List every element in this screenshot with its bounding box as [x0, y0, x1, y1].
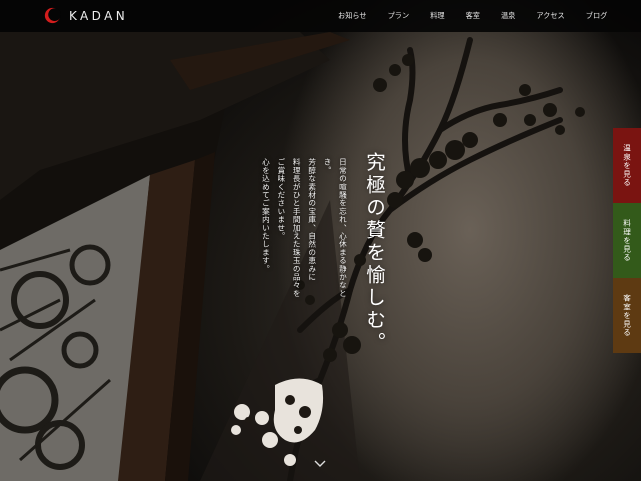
side-tab-cuisine[interactable]: 料理を見る [613, 203, 641, 278]
nav-item-cuisine[interactable]: 料理 [430, 11, 444, 21]
logo-text: KADAN [69, 8, 129, 23]
site-header: KADAN お知らせ プラン 料理 客室 温泉 アクセス ブログ [0, 0, 641, 32]
side-tab-onsen[interactable]: 温泉を見る [613, 128, 641, 203]
hero-body-line: 芳醇な素材の宝庫、自然の恵みに [307, 158, 317, 281]
logo[interactable]: KADAN [44, 7, 128, 24]
nav-item-rooms[interactable]: 客室 [466, 11, 480, 21]
hero-body-line: 日常の喧騒を忘れ、心休まる静かなとき。 [323, 158, 348, 298]
hero-body-text: 日常の喧騒を忘れ、心休まる静かなとき。 芳醇な素材の宝庫、自然の恵みに 料理長が… [258, 158, 350, 308]
nav-item-access[interactable]: アクセス [536, 11, 564, 21]
side-tabs: 温泉を見る 料理を見る 客室を見る [613, 128, 641, 353]
side-tab-rooms[interactable]: 客室を見る [613, 278, 641, 353]
nav-item-onsen[interactable]: 温泉 [501, 11, 515, 21]
chevron-down-icon[interactable] [313, 458, 327, 470]
nav-item-blog[interactable]: ブログ [586, 11, 608, 21]
nav-item-plan[interactable]: プラン [388, 11, 410, 21]
hero-body-line: 料理長がひと手間加えた珠玉の品々を [292, 158, 302, 298]
hero-body-line: 心を込めてご案内いたします。 [261, 158, 271, 273]
hero-body-line: ご賞味くださいませ。 [276, 158, 286, 240]
red-crescent-logo-icon [44, 7, 61, 24]
nav-item-news[interactable]: お知らせ [338, 11, 367, 21]
main-nav: お知らせ プラン 料理 客室 温泉 アクセス ブログ [338, 0, 607, 32]
hero-catch-copy: 究極の贅を愉しむ。 [362, 152, 386, 355]
